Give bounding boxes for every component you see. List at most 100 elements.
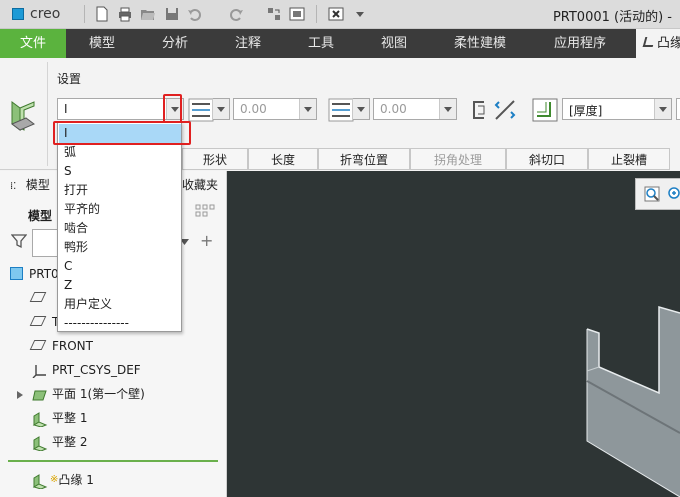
save-icon[interactable] — [164, 6, 180, 22]
tree-item-flange[interactable]: ※凸缘 1 — [32, 470, 94, 490]
tab-annotate[interactable]: 注释 — [212, 29, 284, 58]
tree-item-csys[interactable]: PRT_CSYS_DEF — [32, 360, 141, 380]
model-tree-tab[interactable]: ⁞⁚ 模型 — [10, 175, 50, 195]
dropdown-option-c[interactable]: C — [59, 257, 181, 276]
close-window-icon[interactable] — [328, 6, 344, 22]
thickness-combo[interactable]: [厚度] — [562, 98, 672, 120]
view-toolbar — [635, 178, 680, 210]
position-type-icon[interactable] — [328, 98, 354, 122]
flange-tab-label: 凸缘 — [657, 36, 680, 51]
flange-subtabs: 形状 长度 折弯位置 拐角处理 斜切口 止裂槽 — [182, 148, 680, 170]
window-title: PRT0001 (活动的) - — [552, 10, 672, 25]
windows-icon[interactable] — [289, 6, 305, 22]
thickness-side-icon[interactable] — [532, 98, 558, 122]
tree-item-plane-2[interactable]: T — [29, 312, 59, 332]
chevron-down-icon[interactable] — [352, 99, 369, 119]
flip-direction-icon[interactable] — [493, 98, 519, 122]
length1-value: 0.00 — [240, 102, 267, 116]
dropdown-option-duck[interactable]: 鸭形 — [59, 238, 181, 257]
csys-icon — [32, 364, 46, 378]
subtab-shape[interactable]: 形状 — [182, 148, 248, 170]
print-icon[interactable] — [117, 6, 133, 22]
tab-model[interactable]: 模型 — [66, 29, 138, 58]
subtab-miter-cut[interactable]: 斜切口 — [506, 148, 588, 170]
length2-value: 0.00 — [380, 102, 407, 116]
tree-item-part[interactable]: PRT0 — [10, 264, 59, 284]
selection-highlight-box — [53, 121, 191, 145]
flat-wall-icon — [32, 411, 48, 427]
tree-item-label: 平整 1 — [52, 411, 88, 425]
datum-plane-icon — [29, 316, 47, 326]
length1-input[interactable]: 0.00 — [233, 98, 317, 120]
dropdown-option-engage[interactable]: 啮合 — [59, 219, 181, 238]
dropdown-option-user-defined[interactable]: 用户定义 — [59, 295, 181, 314]
tree-item-flat-1[interactable]: 平整 1 — [32, 408, 87, 428]
undo-icon[interactable] — [187, 6, 203, 22]
tree-item-label: 平面 1(第一个壁) — [52, 387, 145, 401]
thickness-value: [厚度] — [569, 104, 603, 118]
tree-item-planar-wall[interactable]: 平面 1(第一个壁) — [16, 384, 145, 404]
filter-icon[interactable] — [11, 233, 27, 249]
chevron-down-icon[interactable] — [654, 99, 671, 119]
subtab-length[interactable]: 长度 — [248, 148, 318, 170]
new-icon[interactable] — [94, 6, 110, 22]
tab-analysis[interactable]: 分析 — [138, 29, 212, 58]
chevron-down-icon[interactable] — [212, 99, 229, 119]
toolbar-separator — [316, 5, 317, 23]
creo-logo-text: creo — [30, 6, 61, 22]
dropdown-option-flush[interactable]: 平齐的 — [59, 200, 181, 219]
dropdown-option-s[interactable]: S — [59, 162, 181, 181]
tree-item-front[interactable]: FRONT — [29, 336, 93, 356]
flange-feature-icon — [11, 101, 35, 131]
subtab-bend-position[interactable]: 折弯位置 — [318, 148, 410, 170]
tree-item-plane-1[interactable] — [29, 288, 52, 308]
tab-view[interactable]: 视图 — [358, 29, 430, 58]
length2-input[interactable]: 0.00 — [373, 98, 457, 120]
redo-icon[interactable] — [228, 6, 244, 22]
expand-arrow-icon[interactable] — [16, 390, 24, 400]
flat-wall-icon — [32, 435, 48, 451]
customize-icon[interactable] — [352, 6, 368, 22]
subtab-corner-treatment: 拐角处理 — [410, 148, 506, 170]
graphics-viewport[interactable] — [227, 171, 680, 497]
regenerate-icon[interactable] — [266, 6, 282, 22]
zoom-in-icon[interactable] — [667, 186, 680, 202]
tab-flexible-modeling[interactable]: 柔性建模 — [430, 29, 530, 58]
length-type-icon[interactable] — [188, 98, 214, 122]
open-icon[interactable] — [140, 6, 156, 22]
creo-logo: creo — [8, 5, 76, 24]
chevron-down-icon[interactable] — [299, 99, 316, 119]
position-type-dropdown[interactable] — [352, 98, 370, 120]
settings-group-label: 设置 — [57, 72, 82, 86]
flip-profile-icon[interactable] — [468, 98, 494, 122]
tree-item-label: FRONT — [52, 339, 93, 353]
zoom-fit-icon[interactable] — [644, 186, 660, 202]
arrow-highlight-box — [163, 94, 182, 124]
length-type-dropdown[interactable] — [212, 98, 230, 120]
subtab-relief[interactable]: 止裂槽 — [588, 148, 670, 170]
creo-logo-icon — [12, 8, 24, 20]
tree-item-label: 凸缘 1 — [58, 473, 94, 487]
dropdown-option-open[interactable]: 打开 — [59, 181, 181, 200]
toolbar-separator — [84, 5, 85, 23]
ribbon-overflow[interactable] — [676, 98, 680, 120]
tree-settings-area — [182, 197, 226, 227]
tree-filter-grid-icon[interactable] — [194, 203, 216, 221]
tab-flange[interactable]: 凸缘 — [636, 29, 680, 58]
tree-tab-icon: ⁞⁚ — [10, 181, 17, 192]
chevron-down-icon[interactable] — [439, 99, 456, 119]
dropdown-option-arc[interactable]: 弧 — [59, 143, 181, 162]
title-bar: creo PRT0001 (活动的) - — [0, 0, 680, 29]
tree-item-flat-2[interactable]: 平整 2 — [32, 432, 87, 452]
datum-plane-icon — [29, 340, 47, 350]
favorites-tab[interactable]: 收藏夹 — [182, 175, 218, 195]
tab-applications[interactable]: 应用程序 — [530, 29, 630, 58]
tab-tools[interactable]: 工具 — [284, 29, 358, 58]
dropdown-option-z[interactable]: Z — [59, 276, 181, 295]
planar-wall-icon — [32, 390, 47, 400]
tab-file[interactable]: 文件 — [0, 29, 66, 58]
add-icon[interactable]: + — [200, 231, 213, 250]
sheetmetal-model — [586, 306, 680, 497]
ribbon-divider — [47, 62, 48, 166]
part-icon — [10, 267, 23, 280]
